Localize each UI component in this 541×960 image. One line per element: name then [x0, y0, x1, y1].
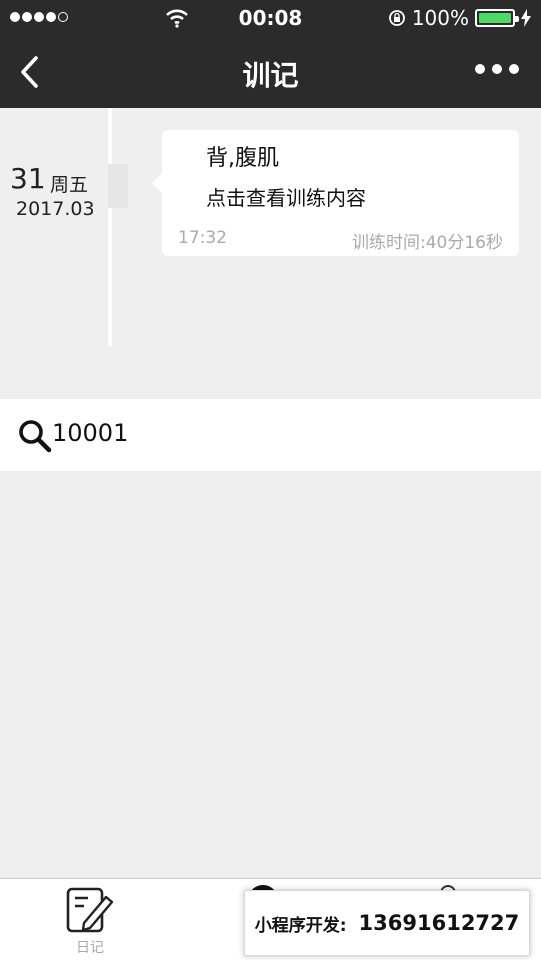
timeline-tick: [108, 164, 128, 208]
diary-edit-icon: [66, 887, 114, 933]
training-entry-card[interactable]: 背,腹肌 点击查看训练内容 17:32 训练时间:40分16秒: [152, 130, 519, 256]
entry-weekday: 周五: [50, 174, 89, 196]
promo-label: 小程序开发:: [254, 915, 347, 936]
search-bar[interactable]: 10001: [0, 399, 541, 471]
rotation-lock-icon: [388, 10, 405, 26]
nav-bar: 训记: [0, 36, 541, 108]
search-input[interactable]: 10001: [52, 419, 128, 447]
status-bar: 00:08 100%: [0, 0, 541, 36]
more-dot: [475, 64, 485, 74]
battery-icon: [475, 9, 519, 27]
battery-percent: 100%: [411, 6, 469, 30]
entry-year-month: 2017.03: [16, 198, 95, 220]
tab-diary[interactable]: 日记: [60, 885, 120, 959]
timeline-line: [108, 108, 112, 346]
right-status: 100%: [388, 6, 531, 30]
entry-day: 31: [10, 162, 46, 195]
battery-fill: [479, 13, 511, 23]
more-dot: [492, 64, 502, 74]
entry-duration: 训练时间:40分16秒: [352, 233, 503, 253]
view-training-link[interactable]: 点击查看训练内容: [206, 182, 366, 211]
entry-title: 背,腹肌: [206, 146, 279, 171]
more-button[interactable]: [475, 64, 519, 74]
promo-phone: 13691612727: [358, 911, 520, 935]
page-title: 训记: [242, 59, 299, 92]
charging-bolt-icon: [521, 9, 531, 27]
tab-diary-label: 日记: [76, 940, 104, 956]
entry-time: 17:32: [178, 228, 227, 248]
card-pointer: [152, 173, 162, 193]
battery-tip: [515, 16, 519, 22]
search-icon: [19, 420, 52, 453]
promo-banner: 小程序开发: 13691612727: [244, 890, 530, 956]
more-dot: [509, 64, 519, 74]
